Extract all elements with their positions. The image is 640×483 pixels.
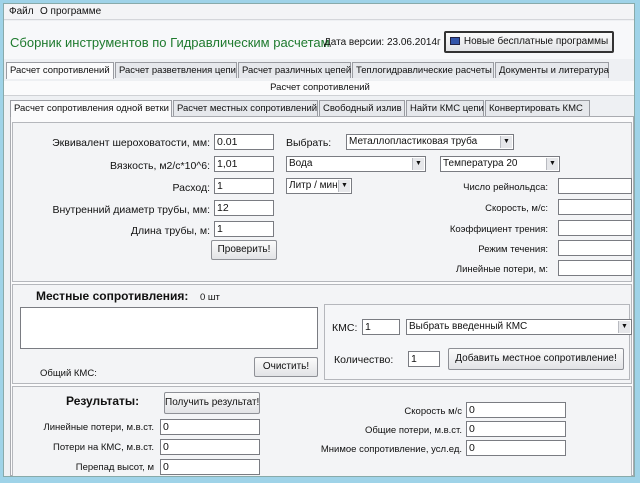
reynolds-output [558, 178, 632, 194]
menu-bar: Файл О программе [4, 4, 634, 20]
kms-losses-label: Потери на КМС, м.в.ст. [53, 442, 154, 453]
flow-mode-label: Режим течения: [478, 244, 548, 255]
sub-tabs: Расчет сопротивления одной ветки Расчет … [10, 100, 630, 117]
app-window: Файл О программе Сборник инструментов по… [3, 3, 635, 477]
local-count: 0 шт [200, 292, 220, 303]
app-header: Сборник инструментов по Гидравлическим р… [4, 21, 634, 59]
friction-output [558, 220, 632, 236]
temperature-value: Температура 20 [443, 158, 518, 169]
get-result-button[interactable]: Получить результат! [164, 392, 260, 414]
flow-unit-select[interactable]: Литр / мин ▼ [286, 178, 352, 194]
temperature-select[interactable]: Температура 20 ▼ [440, 156, 560, 172]
total-losses-output: 0 [466, 421, 566, 437]
menu-file[interactable]: Файл [9, 6, 34, 17]
linear-loss-label: Линейные потери, м: [455, 264, 548, 275]
speed-label: Скорость, м/с: [485, 203, 548, 214]
kms-input[interactable]: 1 [362, 319, 400, 335]
length-input[interactable]: 1 [214, 221, 274, 237]
menu-about[interactable]: О программе [40, 6, 101, 17]
add-local-resistance-button[interactable]: Добавить местное сопротивление! [448, 348, 624, 370]
diameter-label: Внутренний диаметр трубы, мм: [52, 204, 210, 216]
flow-input[interactable]: 1 [214, 178, 274, 194]
subtab-convert-kms[interactable]: Конвертировать КМС [485, 100, 590, 116]
subtab-local-resistances[interactable]: Расчет местных сопротивлений [173, 100, 318, 116]
result-speed-label: Скорость м/с [404, 406, 462, 417]
tab-documents[interactable]: Документы и литература [495, 62, 609, 78]
chevron-down-icon: ▼ [412, 158, 424, 170]
version-date: Дата версии: 23.06.2014г [324, 37, 441, 48]
kms-losses-output: 0 [160, 439, 260, 455]
linear-loss-output [558, 260, 632, 276]
imaginary-resistance-output: 0 [466, 440, 566, 456]
flow-mode-output [558, 240, 632, 256]
quantity-label: Количество: [334, 354, 394, 366]
chevron-down-icon: ▼ [546, 158, 558, 170]
flow-label: Расход: [172, 182, 210, 194]
tab-branching[interactable]: Расчет разветвления цепи [115, 62, 237, 78]
results-title: Результаты: [66, 394, 140, 408]
height-diff-label: Перепад высот, м [75, 462, 154, 473]
roughness-label: Эквивалент шероховатости, мм: [52, 137, 210, 149]
local-resistances-list[interactable] [20, 307, 318, 349]
viscosity-input[interactable]: 1,01 [214, 156, 274, 172]
roughness-input[interactable]: 0.01 [214, 134, 274, 150]
subtab-find-kms[interactable]: Найти КМС цепи [406, 100, 484, 116]
flow-unit-value: Литр / мин [289, 180, 338, 191]
tab-various-circuits[interactable]: Расчет различных цепей [238, 62, 351, 78]
friction-label: Коэффициент трения: [449, 224, 548, 235]
app-title: Сборник инструментов по Гидравлическим р… [10, 35, 330, 50]
viscosity-label: Вязкость, м2/с*10^6: [110, 160, 210, 172]
pipe-type-value: Металлопластиковая труба [349, 136, 478, 147]
clear-button[interactable]: Очистить! [254, 357, 318, 377]
pipe-type-select[interactable]: Металлопластиковая труба ▼ [346, 134, 514, 150]
fluid-select[interactable]: Вода ▼ [286, 156, 426, 172]
chevron-down-icon: ▼ [618, 321, 630, 333]
length-label: Длина трубы, м: [130, 225, 210, 237]
kms-label: КМС: [332, 322, 358, 334]
quantity-input[interactable]: 1 [408, 351, 440, 367]
fluid-value: Вода [289, 158, 313, 169]
diameter-input[interactable]: 12 [214, 200, 274, 216]
total-losses-label: Общие потери, м.в.ст. [364, 425, 462, 436]
main-tabs: Расчет сопротивлений Расчет разветвления… [6, 62, 634, 79]
linear-losses-label: Линейные потери, м.в.ст. [43, 422, 154, 433]
height-diff-input[interactable]: 0 [160, 459, 260, 475]
result-speed-output: 0 [466, 402, 566, 418]
choose-label: Выбрать: [286, 137, 332, 149]
speed-output [558, 199, 632, 215]
reynolds-label: Число рейнольдса: [463, 182, 548, 193]
tab-resistance[interactable]: Расчет сопротивлений [6, 62, 114, 79]
local-resistances-title: Местные сопротивления: [36, 289, 189, 303]
chevron-down-icon: ▼ [338, 180, 350, 192]
tab-thermohydraulic[interactable]: Теплогидравлические расчеты [352, 62, 494, 78]
free-programs-label: Новые бесплатные программы [463, 36, 609, 47]
kms-select[interactable]: Выбрать введенный КМС ▼ [406, 319, 632, 335]
check-button[interactable]: Проверить! [211, 240, 277, 260]
subtab-single-branch[interactable]: Расчет сопротивления одной ветки [10, 100, 172, 117]
imaginary-resistance-label: Мнимое сопротивление, усл.ед. [320, 444, 462, 455]
subtab-free-outflow[interactable]: Свободный излив [319, 100, 405, 116]
window-icon [449, 37, 460, 46]
chevron-down-icon: ▼ [500, 136, 512, 148]
section-title: Расчет сопротивлений [4, 81, 634, 96]
total-kms-label: Общий КМС: [40, 368, 97, 379]
free-programs-button[interactable]: Новые бесплатные программы [444, 31, 614, 53]
kms-select-value: Выбрать введенный КМС [409, 321, 528, 332]
linear-losses-output: 0 [160, 419, 260, 435]
